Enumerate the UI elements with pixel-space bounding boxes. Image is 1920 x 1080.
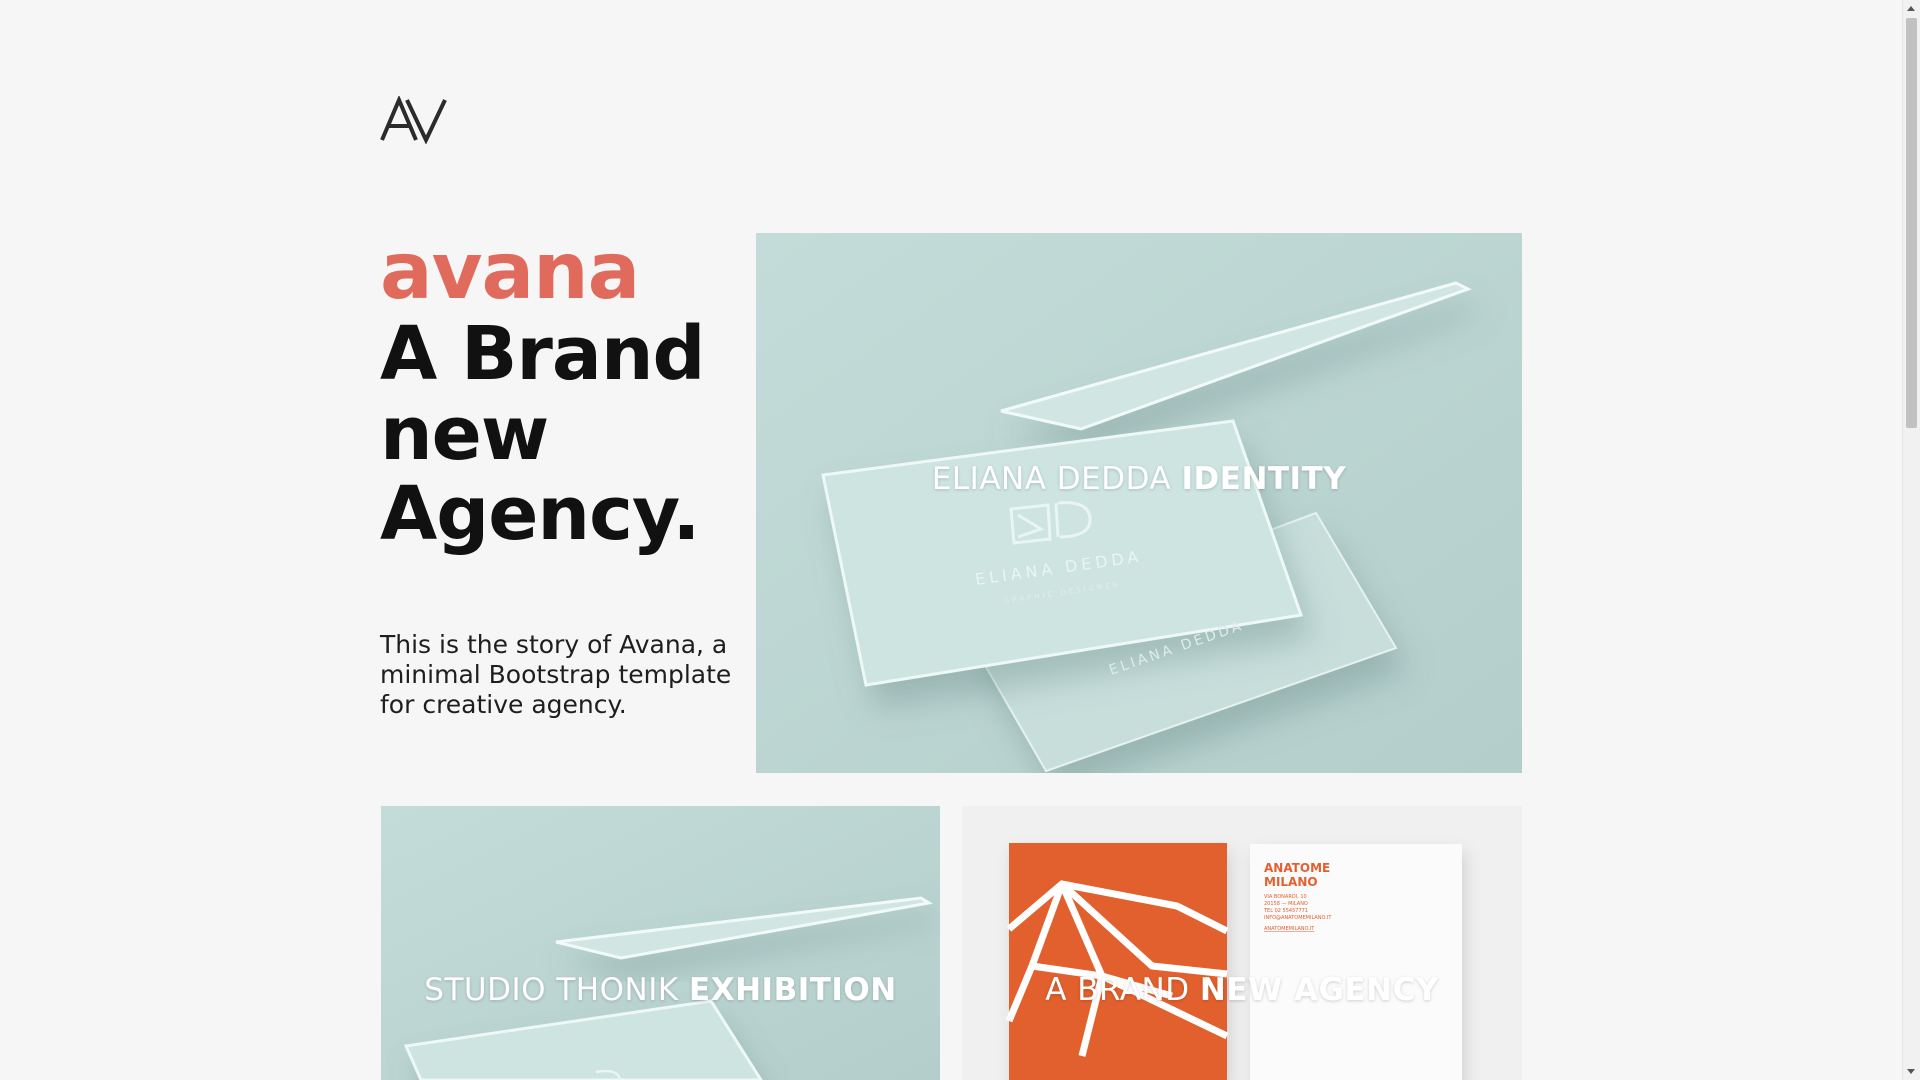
project-tile-eliana-dedda[interactable]: ELIANA DEDDA GRAPHIC DESIGNER ELIANA DED… bbox=[756, 233, 1522, 773]
stationery-address-line: TEL 02 55457771 bbox=[1263, 908, 1308, 914]
business-card-mockup-image: ELIANA DEDDA GRAPHIC DESIGNER ELIANA DED… bbox=[756, 233, 1522, 773]
scroll-up-icon[interactable] bbox=[1907, 6, 1915, 11]
scroll-down-icon[interactable] bbox=[1907, 1069, 1915, 1074]
project-title-eliana-dedda[interactable]: ELIANA DEDDA IDENTITY bbox=[756, 461, 1522, 497]
stationery-name-line-2: MILANO bbox=[1264, 875, 1318, 889]
project-title-light: STUDIO THONIK bbox=[424, 972, 690, 1008]
headline: A Brand new Agency. bbox=[380, 314, 740, 554]
stationery-name-line-1: ANATOME bbox=[1264, 861, 1330, 875]
stationery-web: ANATOMEMILANO.IT bbox=[1264, 926, 1315, 932]
stationery-address-line: VIA BONARDI, 10 bbox=[1264, 894, 1307, 900]
project-tile-studio-thonik[interactable]: STUDIO THONIK EXHIBITION bbox=[381, 806, 940, 1080]
page-scrollbar[interactable] bbox=[1902, 0, 1920, 1080]
project-title-bold: NEW AGENCY bbox=[1199, 972, 1439, 1008]
project-title-light: A BRAND bbox=[1045, 972, 1200, 1008]
project-title-bold: EXHIBITION bbox=[689, 972, 897, 1008]
story-text: This is the story of Avana, a minimal Bo… bbox=[380, 630, 732, 719]
brand-name: avana bbox=[380, 227, 640, 317]
hero-text: avana A Brand new Agency. bbox=[380, 230, 740, 554]
project-title-studio-thonik[interactable]: STUDIO THONIK EXHIBITION bbox=[381, 972, 940, 1008]
headline-line-3: Agency. bbox=[380, 471, 701, 557]
page: avana A Brand new Agency. This is the st… bbox=[0, 0, 1920, 1080]
anatome-stationery-image: ANATOME MILANO VIA BONARDI, 10 20158 — M… bbox=[962, 806, 1522, 1080]
project-title-new-agency[interactable]: A BRAND NEW AGENCY bbox=[962, 972, 1522, 1008]
business-card-mockup-image bbox=[381, 806, 940, 1080]
av-monogram-icon bbox=[380, 94, 447, 145]
project-title-bold: IDENTITY bbox=[1181, 461, 1347, 497]
stationery-address-line: INFO@ANATOMEMILANO.IT bbox=[1264, 915, 1332, 921]
headline-line-1: A Brand bbox=[380, 311, 706, 397]
av-logo-icon[interactable] bbox=[379, 94, 449, 145]
stationery-address-line: 20158 — MILANO bbox=[1264, 901, 1308, 907]
project-title-light: ELIANA DEDDA bbox=[931, 461, 1182, 497]
project-tile-new-agency[interactable]: ANATOME MILANO VIA BONARDI, 10 20158 — M… bbox=[962, 806, 1522, 1080]
headline-line-2: new bbox=[380, 391, 549, 477]
scroll-thumb[interactable] bbox=[1906, 18, 1917, 428]
